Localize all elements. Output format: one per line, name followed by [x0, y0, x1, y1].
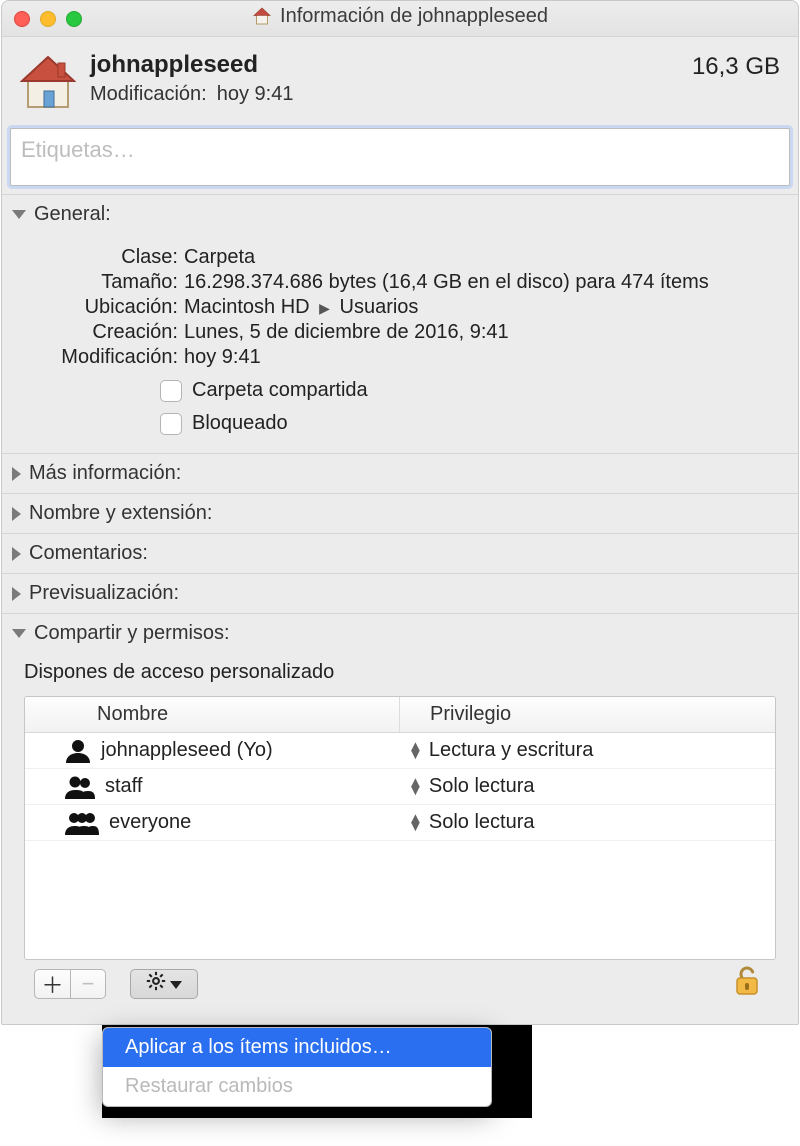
col-name[interactable]: Nombre [25, 697, 400, 732]
section-comments-label: Comentarios: [29, 542, 148, 565]
table-row[interactable]: johnappleseed (Yo) ▲▼ Lectura y escritur… [25, 733, 775, 769]
zoom-button[interactable] [66, 11, 82, 27]
section-general[interactable]: General: [2, 194, 798, 234]
table-blank [25, 841, 775, 959]
where-seg-1: Macintosh HD [184, 296, 310, 318]
section-sharing[interactable]: Compartir y permisos: [2, 613, 798, 653]
perm-priv[interactable]: Lectura y escritura [429, 739, 594, 762]
modified-label-g: Modificación: [20, 346, 184, 369]
close-button[interactable] [14, 11, 30, 27]
col-privilege[interactable]: Privilegio [400, 697, 775, 732]
permissions-table: Nombre Privilegio johnappleseed (Yo) ▲▼ … [24, 696, 776, 960]
disclosure-closed-icon [12, 587, 21, 601]
action-menu-button[interactable] [130, 969, 198, 999]
path-separator-icon: ▶ [315, 300, 334, 316]
sort-icon[interactable]: ▲▼ [408, 743, 423, 759]
disclosure-closed-icon [12, 467, 21, 481]
menu-revert[interactable]: Restaurar cambios [103, 1067, 491, 1106]
disclosure-closed-icon [12, 547, 21, 561]
folder-name: johnappleseed [90, 51, 293, 79]
minus-icon: − [82, 971, 95, 997]
created-label: Creación: [20, 321, 184, 344]
folder-size: 16,3 GB [692, 53, 780, 81]
chevron-down-icon [170, 973, 182, 996]
menu-apply-enclosed[interactable]: Aplicar a los ítems incluidos… [103, 1028, 491, 1067]
section-preview-label: Previsualización: [29, 582, 179, 605]
table-row[interactable]: staff ▲▼ Solo lectura [25, 769, 775, 805]
traffic-lights [14, 11, 82, 27]
perm-name: johnappleseed (Yo) [101, 739, 273, 762]
sort-icon[interactable]: ▲▼ [408, 779, 423, 795]
section-preview[interactable]: Previsualización: [2, 573, 798, 613]
sharing-body: Dispones de acceso personalizado Nombre … [2, 653, 798, 1024]
disclosure-open-icon [12, 210, 26, 219]
modified-value-g: hoy 9:41 [184, 346, 780, 369]
kind-value: Carpeta [184, 246, 780, 269]
permissions-toolbar: ＋ − [24, 960, 776, 1012]
where-label: Ubicación: [20, 296, 184, 319]
home-icon [252, 6, 272, 26]
kind-label: Clase: [20, 246, 184, 269]
perm-priv[interactable]: Solo lectura [429, 775, 535, 798]
header: johnappleseed Modificación: hoy 9:41 16,… [2, 37, 798, 118]
table-row[interactable]: everyone ▲▼ Solo lectura [25, 805, 775, 841]
section-name-ext[interactable]: Nombre y extensión: [2, 493, 798, 533]
size-label: Tamaño: [20, 271, 184, 294]
disclosure-open-icon [12, 629, 26, 638]
locked-label: Bloqueado [192, 412, 288, 435]
section-more-info[interactable]: Más información: [2, 453, 798, 493]
plus-icon: ＋ [41, 968, 63, 1000]
perm-name: staff [105, 775, 142, 798]
titlebar: Información de johnappleseed [2, 1, 798, 37]
window-title: Información de johnappleseed [2, 5, 798, 33]
locked-checkbox[interactable] [160, 413, 182, 435]
info-window: Información de johnappleseed johnapplese… [1, 0, 799, 1025]
tags-field[interactable]: Etiquetas… [10, 128, 790, 186]
group-icon [65, 775, 95, 799]
modified-label: Modificación: [90, 83, 207, 106]
everyone-icon [65, 811, 99, 835]
section-more-info-label: Más información: [29, 462, 181, 485]
disclosure-closed-icon [12, 507, 21, 521]
remove-button[interactable]: − [70, 969, 106, 999]
access-text: Dispones de acceso personalizado [24, 661, 776, 684]
section-general-label: General: [34, 203, 111, 226]
perm-priv[interactable]: Solo lectura [429, 811, 535, 834]
lock-icon[interactable] [734, 966, 760, 1002]
perm-name: everyone [109, 811, 191, 834]
where-value: Macintosh HD ▶ Usuarios [184, 296, 780, 319]
window-title-text: Información de johnappleseed [280, 5, 548, 28]
general-body: Clase: Carpeta Tamaño: 16.298.374.686 by… [2, 234, 798, 453]
section-comments[interactable]: Comentarios: [2, 533, 798, 573]
section-name-ext-label: Nombre y extensión: [29, 502, 212, 525]
shared-folder-label: Carpeta compartida [192, 379, 368, 402]
section-sharing-label: Compartir y permisos: [34, 622, 230, 645]
where-seg-2: Usuarios [340, 296, 419, 318]
gear-icon [146, 971, 166, 997]
size-value: 16.298.374.686 bytes (16,4 GB en el disc… [184, 271, 780, 294]
permissions-header: Nombre Privilegio [25, 697, 775, 733]
header-text: johnappleseed Modificación: hoy 9:41 [90, 51, 293, 106]
shared-folder-checkbox[interactable] [160, 380, 182, 402]
minimize-button[interactable] [40, 11, 56, 27]
created-value: Lunes, 5 de diciembre de 2016, 9:41 [184, 321, 780, 344]
home-folder-icon [20, 55, 76, 114]
add-button[interactable]: ＋ [34, 969, 70, 999]
user-icon [65, 739, 91, 763]
sort-icon[interactable]: ▲▼ [408, 815, 423, 831]
action-popup: Aplicar a los ítems incluidos… Restaurar… [102, 1027, 492, 1107]
modified-value: hoy 9:41 [217, 83, 294, 106]
